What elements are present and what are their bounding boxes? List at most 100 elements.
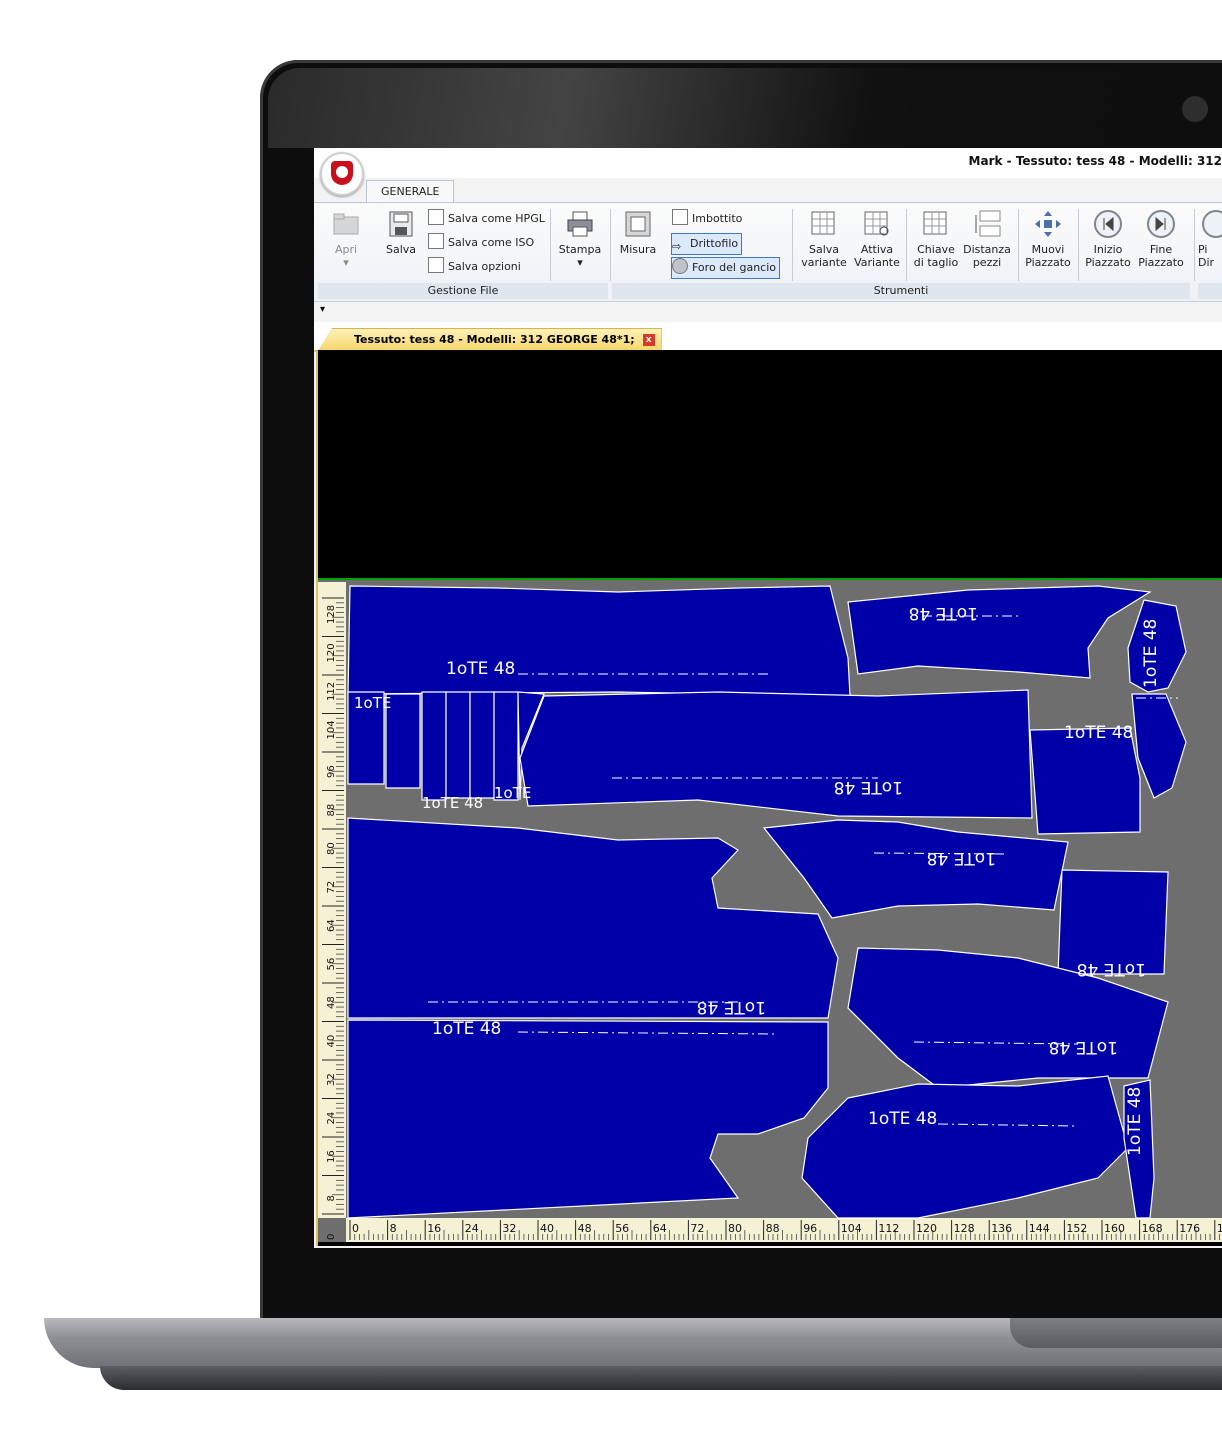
ruler-label: 56	[326, 958, 337, 971]
piece-label: 1oTE 48	[1064, 723, 1133, 743]
folder-icon	[333, 213, 359, 235]
ruler-label: 24	[326, 1112, 337, 1125]
app-logo-button[interactable]	[320, 152, 364, 196]
chiave-label-1: Chiave	[917, 243, 955, 256]
pattern-piece[interactable]	[445, 691, 471, 799]
ruler-label: 120	[916, 1222, 937, 1235]
circle-icon	[1202, 210, 1222, 238]
cut-key-icon	[923, 211, 947, 235]
inizio-label-2: Piazzato	[1085, 256, 1131, 269]
piece-label: 1oTE 48	[1077, 959, 1146, 979]
attiva-variante-button[interactable]: Attiva Variante	[850, 209, 904, 269]
laptop-notch	[1010, 1318, 1222, 1348]
ruler-label: 48	[578, 1222, 592, 1235]
ribbon-tab-bar: GENERALE	[314, 178, 1222, 203]
quick-access-toggle[interactable]: ▾	[320, 304, 325, 315]
group-next	[1198, 283, 1222, 299]
salva-iso-button[interactable]: Salva come ISO	[428, 233, 534, 253]
ruler-label: 96	[326, 765, 337, 778]
drittofilo-label: Drittofilo	[690, 237, 739, 250]
drittofilo-toggle[interactable]: ⇨ Drittofilo	[671, 233, 743, 255]
salva-variante-label-1: Salva	[808, 243, 840, 256]
quick-access-bar: ▾	[314, 302, 1222, 320]
separator	[550, 209, 551, 281]
circle-icon	[672, 258, 688, 274]
tab-generale[interactable]: GENERALE	[366, 180, 455, 202]
piece-label: 1oTE	[494, 784, 531, 802]
marker-canvas[interactable]: 128120112104968880726456484032241680 081…	[318, 578, 1222, 1242]
ruler-label: 112	[326, 682, 337, 701]
piece-label: 1oTE 48	[1141, 619, 1161, 688]
chiave-di-taglio-button[interactable]: Chiave di taglio	[910, 209, 962, 269]
piece-label: 1oTE 48	[446, 659, 515, 679]
misura-button[interactable]: Misura	[616, 209, 660, 256]
ruler-label: 32	[502, 1222, 516, 1235]
salva-variante-label-2: variante	[801, 256, 847, 269]
ruler-label: 104	[326, 720, 337, 739]
apri-button[interactable]: Apri ▾	[326, 209, 366, 269]
muovi-label-2: Piazzato	[1025, 256, 1071, 269]
ruler-label: 152	[1066, 1222, 1087, 1235]
imbottito-checkbox[interactable]: Imbottito	[672, 209, 742, 229]
ruler-label: 104	[841, 1222, 862, 1235]
salva-opzioni-label: Salva opzioni	[448, 260, 521, 273]
pattern-piece[interactable]	[347, 585, 851, 697]
floppy-disk-icon	[389, 211, 413, 237]
salva-variante-button[interactable]: Salva variante	[798, 209, 850, 269]
ruler-label: 128	[954, 1222, 975, 1235]
stampa-button[interactable]: Stampa ▾	[556, 209, 604, 269]
title-bar: Mark - Tessuto: tess 48 - Modelli: 312	[314, 148, 1222, 178]
checkbox-icon	[672, 209, 688, 225]
salva-opzioni-button[interactable]: Salva opzioni	[428, 257, 521, 277]
bezel-reflection	[268, 68, 1222, 148]
ruler-label: 136	[991, 1222, 1012, 1235]
document-tab-strip: Tessuto: tess 48 - Modelli: 312 GEORGE 4…	[314, 322, 1222, 352]
distance-icon	[975, 210, 1001, 237]
salva-hpgl-button[interactable]: Salva come HPGL	[428, 209, 545, 229]
salva-label: Salva	[385, 243, 417, 256]
ruler-label: 64	[653, 1222, 667, 1235]
arrow-right-icon: ⇨	[672, 240, 682, 253]
ruler-label: 88	[326, 804, 337, 817]
ruler-label: 80	[326, 842, 337, 855]
ruler-label: 40	[540, 1222, 554, 1235]
pattern-piece[interactable]	[1057, 869, 1169, 975]
muovi-piazzato-button[interactable]: Muovi Piazzato	[1022, 209, 1074, 269]
separator	[906, 209, 907, 281]
save-file-icon	[428, 209, 444, 225]
fine-piazzato-button[interactable]: Fine Piazzato	[1134, 209, 1188, 269]
ruler-label: 56	[615, 1222, 629, 1235]
ruler-label: 32	[326, 1073, 337, 1086]
attiva-variante-label-1: Attiva	[860, 243, 894, 256]
pattern-piece[interactable]	[469, 691, 495, 799]
chevron-down-icon: ▾	[343, 256, 349, 269]
inizio-piazzato-button[interactable]: Inizio Piazzato	[1082, 209, 1134, 269]
piece-label: 1oTE 48	[1049, 1037, 1118, 1057]
ruler-label: 1	[1217, 1222, 1222, 1235]
document-tab[interactable]: Tessuto: tess 48 - Modelli: 312 GEORGE 4…	[318, 328, 662, 351]
salva-button[interactable]: Salva	[380, 209, 422, 256]
ruler-label: 16	[326, 1150, 337, 1163]
salva-iso-label: Salva come ISO	[448, 236, 535, 249]
distanza-pezzi-button[interactable]: Distanza pezzi	[960, 209, 1014, 269]
salva-hpgl-label: Salva come HPGL	[448, 212, 545, 225]
piece-label: 1oTE 48	[422, 794, 483, 812]
pattern-piece[interactable]	[1029, 727, 1141, 835]
close-icon[interactable]: x	[642, 334, 655, 346]
ruler-label: 72	[326, 881, 337, 894]
muovi-label-1: Muovi	[1031, 243, 1065, 256]
pattern-piece[interactable]	[421, 691, 447, 801]
group-gestione-file: Gestione File	[318, 283, 608, 299]
distanza-label-1: Distanza	[963, 243, 1011, 256]
pattern-piece[interactable]	[519, 689, 1033, 819]
fine-label-1: Fine	[1149, 243, 1173, 256]
piece-label: 1oTE 48	[697, 997, 766, 1017]
ruler-label: 64	[326, 919, 337, 932]
misura-label: Misura	[619, 243, 657, 256]
stampa-label: Stampa	[558, 243, 602, 256]
separator	[1194, 209, 1195, 281]
ruler-label: 48	[326, 996, 337, 1009]
piazzato-direzione-button[interactable]: Pi Dir	[1198, 209, 1222, 269]
foro-gancio-toggle[interactable]: Foro del gancio	[671, 257, 781, 279]
piece-label: 1oTE 48	[1125, 1087, 1145, 1156]
